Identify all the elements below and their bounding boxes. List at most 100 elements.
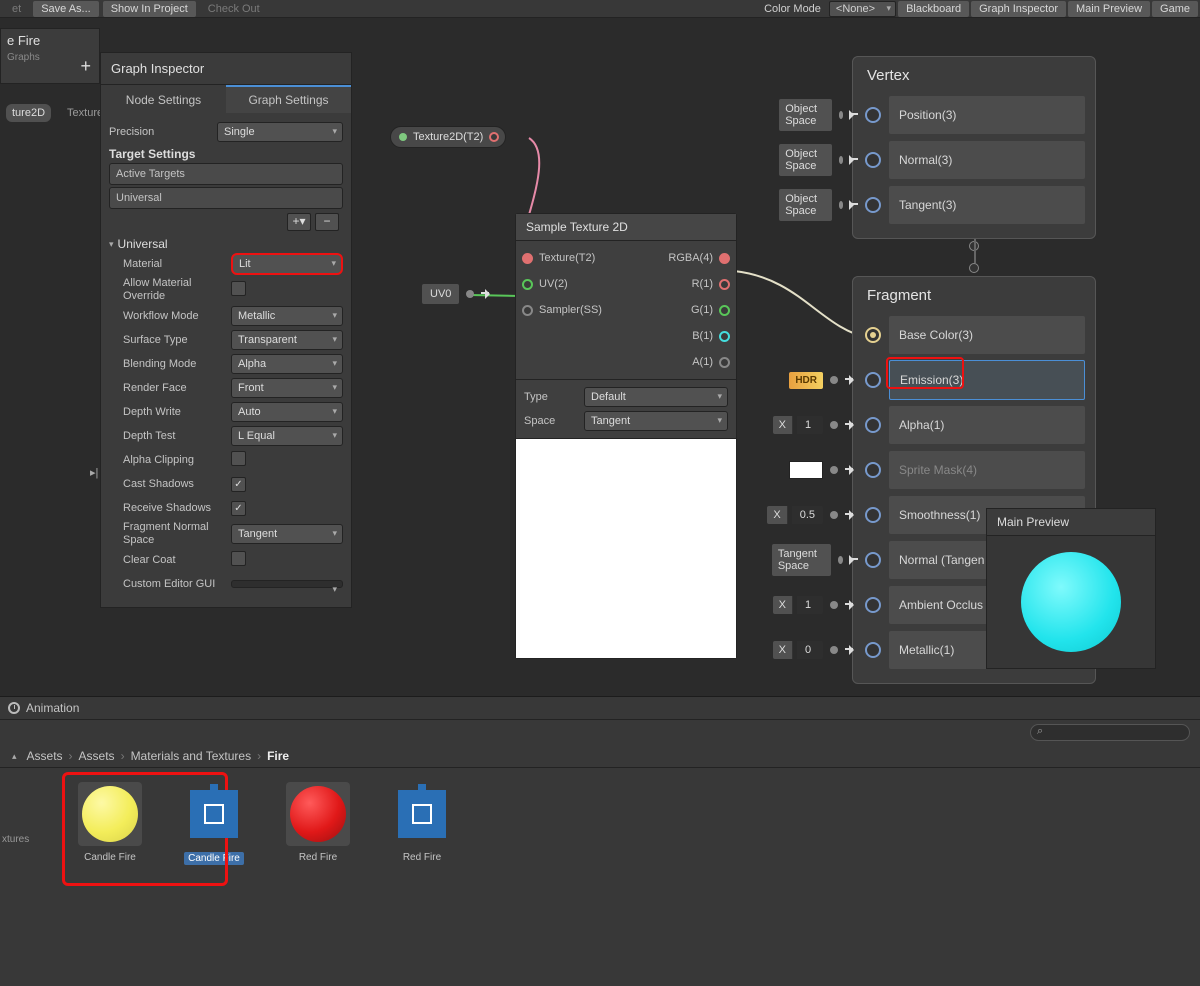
ao-port-icon[interactable] — [865, 597, 881, 613]
smoothness-value-input[interactable]: 0.5 — [792, 506, 823, 524]
space-dropdown[interactable]: Tangent — [584, 411, 728, 431]
add-property-icon[interactable]: + — [80, 56, 91, 77]
renderface-label: Render Face — [123, 382, 231, 395]
graph-inspector-panel[interactable]: Graph Inspector Node Settings Graph Sett… — [100, 52, 352, 608]
renderface-dropdown[interactable]: Front — [231, 378, 343, 398]
inspector-title[interactable]: Graph Inspector — [101, 53, 351, 84]
stack-line-icon — [974, 239, 976, 263]
position-tag[interactable]: Object Space — [779, 99, 831, 131]
surface-label: Surface Type — [123, 334, 231, 347]
hdr-badge[interactable]: HDR — [789, 372, 823, 389]
surface-dropdown[interactable]: Transparent — [231, 330, 343, 350]
port-b-icon[interactable] — [719, 331, 730, 342]
top-toolbar: et Save As... Show In Project Check Out … — [0, 0, 1200, 18]
alpha-slot: Alpha(1) — [889, 406, 1085, 444]
precision-dropdown[interactable]: Single — [217, 122, 343, 142]
resize-grip-icon[interactable]: ▸| — [90, 466, 100, 480]
depthtest-dropdown[interactable]: L Equal — [231, 426, 343, 446]
castshadows-checkbox[interactable]: ✓ — [231, 477, 246, 492]
asset-candle-fire-material[interactable]: Candle Fire — [70, 782, 150, 865]
asset-grid[interactable]: xtures Candle Fire Candle Fire Red Fire … — [0, 768, 1200, 879]
universal-foldout[interactable]: Universal — [109, 237, 343, 251]
smoothness-port-icon[interactable] — [865, 507, 881, 523]
main-preview-button[interactable]: Main Preview — [1068, 1, 1150, 17]
depthwrite-dropdown[interactable]: Auto — [231, 402, 343, 422]
node-header[interactable]: Sample Texture 2D — [516, 214, 736, 241]
port-sampler-icon[interactable] — [522, 305, 533, 316]
tab-graph-settings[interactable]: Graph Settings — [226, 85, 351, 113]
check-out-button[interactable]: Check Out — [200, 1, 268, 17]
position-port-icon[interactable] — [865, 107, 881, 123]
arrow-icon — [845, 463, 859, 477]
blackboard-button[interactable]: Blackboard — [898, 1, 969, 17]
allow-override-checkbox[interactable] — [231, 281, 246, 296]
texture2d-tab[interactable]: ture2D — [6, 104, 51, 122]
show-in-project-button[interactable]: Show In Project — [103, 1, 196, 17]
asset-name: Red Fire — [299, 852, 337, 863]
graph-inspector-button[interactable]: Graph Inspector — [971, 1, 1066, 17]
et-button[interactable]: et — [4, 1, 29, 17]
texture2d-chip-node[interactable]: Texture2D(T2) — [390, 126, 506, 148]
normal-port-icon[interactable] — [865, 152, 881, 168]
fragnormal-port-icon[interactable] — [865, 552, 881, 568]
port-a-icon[interactable] — [719, 357, 730, 368]
type-dropdown[interactable]: Default — [584, 387, 728, 407]
tangent-port-icon[interactable] — [865, 197, 881, 213]
tangent-tag[interactable]: Object Space — [779, 189, 831, 221]
ao-value-input[interactable]: 1 — [797, 596, 823, 614]
port-b-label: B(1) — [692, 330, 713, 342]
add-target-button[interactable]: +▾ — [287, 213, 311, 231]
clearcoat-checkbox[interactable] — [231, 551, 246, 566]
port-texture-icon[interactable] — [522, 253, 533, 264]
emission-port-icon[interactable] — [865, 372, 881, 388]
remove-target-button[interactable]: − — [315, 213, 339, 231]
crumb-materials[interactable]: Materials and Textures — [131, 749, 252, 763]
basecolor-port-icon[interactable] — [865, 327, 881, 343]
animation-tab[interactable]: Animation — [0, 697, 1200, 720]
customgui-label: Custom Editor GUI — [123, 578, 231, 591]
target-universal-item[interactable]: Universal — [109, 187, 343, 209]
sample-texture-2d-node[interactable]: Sample Texture 2D Texture(T2) UV(2) Samp… — [515, 213, 737, 659]
port-g-icon[interactable] — [719, 305, 730, 316]
port-uv-icon[interactable] — [522, 279, 533, 290]
crumb-assets1[interactable]: Assets — [27, 749, 63, 763]
metallic-port-icon[interactable] — [865, 642, 881, 658]
breadcrumb-toggle-icon[interactable]: ▴ — [12, 751, 17, 762]
spritemask-port-icon[interactable] — [865, 462, 881, 478]
blending-label: Blending Mode — [123, 358, 231, 371]
alpha-port-icon[interactable] — [865, 417, 881, 433]
shader-name-panel[interactable]: e Fire Graphs + — [0, 28, 100, 84]
alpha-value-input[interactable]: 1 — [797, 416, 823, 434]
arrow-icon — [845, 643, 859, 657]
fragnormal-dropdown[interactable]: Tangent — [231, 524, 343, 544]
receiveshadows-checkbox[interactable]: ✓ — [231, 501, 246, 516]
target-settings-label: Target Settings — [109, 147, 343, 161]
workflow-dropdown[interactable]: Metallic — [231, 306, 343, 326]
crumb-fire[interactable]: Fire — [267, 749, 289, 763]
color-mode-dropdown[interactable]: <None> — [829, 1, 896, 17]
x-label: X — [773, 416, 793, 434]
project-search-input[interactable] — [1030, 724, 1190, 741]
port-r-icon[interactable] — [719, 279, 730, 290]
normal-space-tag[interactable]: Tangent Space — [772, 544, 831, 576]
color-swatch[interactable] — [789, 461, 823, 479]
tab-node-settings[interactable]: Node Settings — [101, 85, 226, 113]
save-as-button[interactable]: Save As... — [33, 1, 99, 17]
port-rgba-icon[interactable] — [719, 253, 730, 264]
blending-dropdown[interactable]: Alpha — [231, 354, 343, 374]
game-button[interactable]: Game — [1152, 1, 1198, 17]
asset-candle-fire-shadergraph[interactable]: Candle Fire — [174, 782, 254, 865]
alphaclip-checkbox[interactable] — [231, 451, 246, 466]
material-dropdown[interactable]: Lit — [231, 253, 343, 275]
dot-icon — [830, 466, 838, 474]
crumb-assets2[interactable]: Assets — [79, 749, 115, 763]
vertex-master-node[interactable]: Vertex Object Space Position(3) Object S… — [852, 56, 1096, 239]
uv0-chip[interactable]: UV0 — [422, 284, 495, 304]
normal-tag[interactable]: Object Space — [779, 144, 831, 176]
asset-red-fire-material[interactable]: Red Fire — [278, 782, 358, 865]
customgui-field[interactable] — [231, 580, 343, 588]
metallic-value-input[interactable]: 0 — [797, 641, 823, 659]
main-preview-title[interactable]: Main Preview — [987, 509, 1155, 536]
asset-red-fire-shadergraph[interactable]: Red Fire — [382, 782, 462, 865]
main-preview-panel[interactable]: Main Preview — [986, 508, 1156, 669]
